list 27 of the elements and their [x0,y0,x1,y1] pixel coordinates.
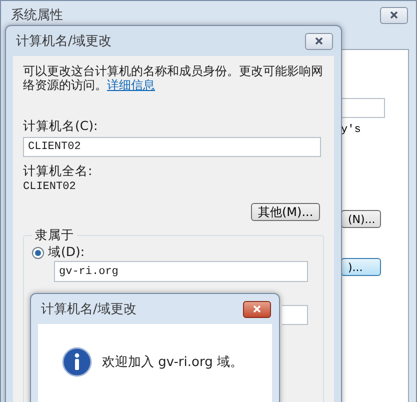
full-name-text: CLIENT02 [23,181,77,193]
close-icon [389,10,399,20]
button[interactable]: )... [341,258,381,276]
button[interactable]: (N)... [341,210,381,228]
info-icon [62,346,92,376]
close-icon [314,36,324,46]
close-button[interactable] [305,32,333,50]
details-link[interactable]: 详细信息 [107,78,155,92]
close-icon [252,304,262,314]
message-text: 欢迎加入 gv-ri.org 域。 [102,354,243,370]
other-button[interactable]: 其他(M)... [251,203,320,221]
field-label: 计算机全名: [23,163,94,180]
computer-name-field[interactable]: CLIENT02 [23,137,321,157]
radio-button[interactable] [32,246,44,258]
domain-field[interactable]: gv-ri.org [54,261,308,282]
field-label: 计算机名(C): [23,118,99,135]
window-title: 系统属性 [11,7,64,24]
close-button[interactable] [243,300,271,318]
close-button[interactable] [380,6,408,24]
window-title: 计算机名/域更改 [41,301,138,318]
description-text: 可以更改这台计算机的名称和成员身份。更改可能影响网络资源的访问。详细信息 [23,64,324,92]
label-text: y's [341,124,362,136]
workgroup-field[interactable] [282,305,308,325]
group-label: 隶属于 [34,227,75,244]
radio-label: 域(D): [48,244,85,261]
window-title: 计算机名/域更改 [16,33,112,50]
text-field[interactable] [341,98,385,118]
